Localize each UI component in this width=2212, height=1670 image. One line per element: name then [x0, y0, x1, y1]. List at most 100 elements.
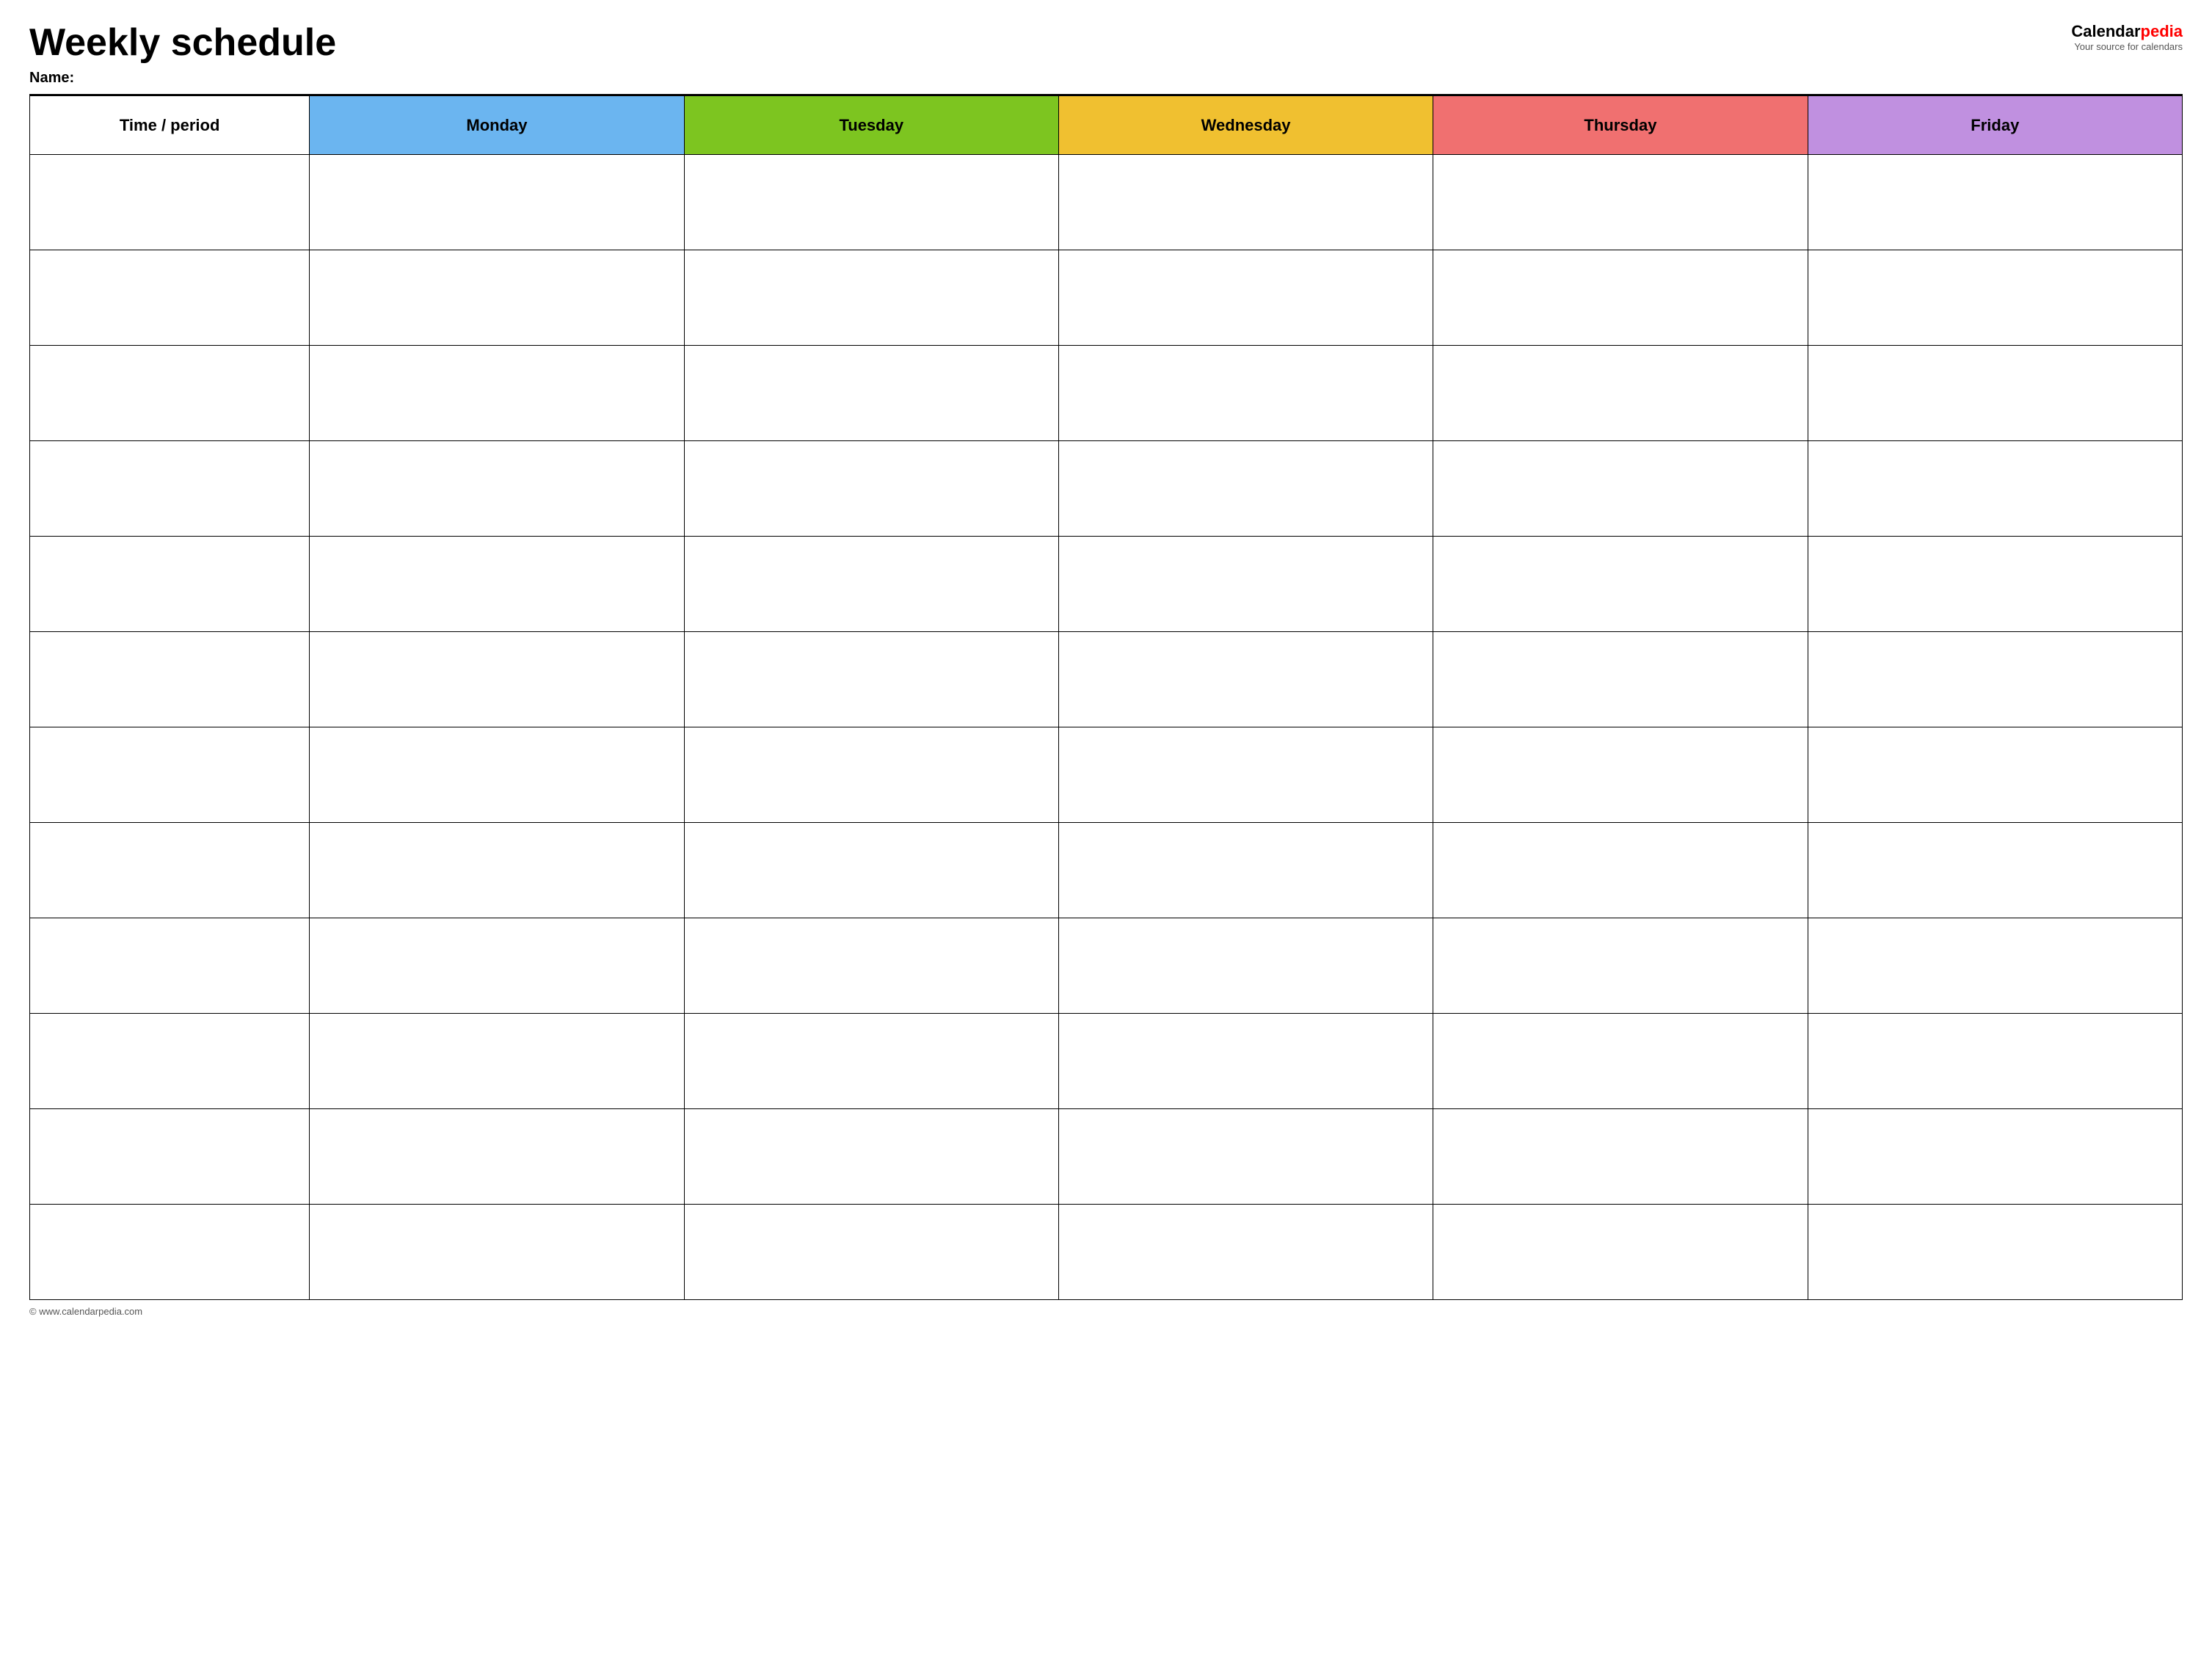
time-cell[interactable]: [30, 1014, 310, 1109]
table-row: [30, 1014, 2183, 1109]
schedule-cell[interactable]: [684, 1014, 1058, 1109]
schedule-cell[interactable]: [1058, 1205, 1433, 1300]
schedule-cell[interactable]: [1058, 632, 1433, 727]
schedule-cell[interactable]: [684, 632, 1058, 727]
logo: Calendarpedia: [2021, 22, 2183, 41]
col-header-friday: Friday: [1808, 96, 2182, 155]
schedule-cell[interactable]: [1433, 1109, 1808, 1205]
table-row: [30, 1109, 2183, 1205]
schedule-cell[interactable]: [1808, 250, 2182, 346]
schedule-cell[interactable]: [310, 1205, 684, 1300]
schedule-cell[interactable]: [1808, 918, 2182, 1014]
schedule-cell[interactable]: [310, 537, 684, 632]
page-title: Weekly schedule: [29, 22, 2021, 64]
table-row: [30, 346, 2183, 441]
schedule-cell[interactable]: [684, 155, 1058, 250]
table-row: [30, 632, 2183, 727]
schedule-cell[interactable]: [310, 918, 684, 1014]
schedule-cell[interactable]: [1433, 537, 1808, 632]
time-cell[interactable]: [30, 918, 310, 1014]
table-row: [30, 918, 2183, 1014]
schedule-cell[interactable]: [1808, 1109, 2182, 1205]
logo-pedia-text: pedia: [2141, 22, 2183, 40]
schedule-cell[interactable]: [684, 823, 1058, 918]
table-row: [30, 1205, 2183, 1300]
time-cell[interactable]: [30, 632, 310, 727]
schedule-cell[interactable]: [1058, 918, 1433, 1014]
schedule-cell[interactable]: [1058, 346, 1433, 441]
schedule-cell[interactable]: [1058, 1014, 1433, 1109]
schedule-cell[interactable]: [310, 346, 684, 441]
schedule-cell[interactable]: [684, 918, 1058, 1014]
schedule-cell[interactable]: [684, 346, 1058, 441]
time-cell[interactable]: [30, 823, 310, 918]
table-row: [30, 250, 2183, 346]
schedule-cell[interactable]: [310, 823, 684, 918]
table-row: [30, 155, 2183, 250]
title-area: Weekly schedule Name:: [29, 22, 2021, 87]
time-cell[interactable]: [30, 250, 310, 346]
col-header-wednesday: Wednesday: [1058, 96, 1433, 155]
col-header-time: Time / period: [30, 96, 310, 155]
schedule-cell[interactable]: [1433, 727, 1808, 823]
schedule-cell[interactable]: [310, 250, 684, 346]
schedule-cell[interactable]: [684, 250, 1058, 346]
schedule-cell[interactable]: [1808, 441, 2182, 537]
time-cell[interactable]: [30, 346, 310, 441]
schedule-cell[interactable]: [1433, 155, 1808, 250]
logo-area: Calendarpedia Your source for calendars: [2021, 22, 2183, 52]
schedule-cell[interactable]: [310, 441, 684, 537]
schedule-cell[interactable]: [310, 155, 684, 250]
schedule-cell[interactable]: [684, 537, 1058, 632]
schedule-cell[interactable]: [310, 727, 684, 823]
schedule-cell[interactable]: [684, 1109, 1058, 1205]
schedule-cell[interactable]: [1433, 1205, 1808, 1300]
schedule-cell[interactable]: [1058, 537, 1433, 632]
schedule-cell[interactable]: [1058, 155, 1433, 250]
col-header-thursday: Thursday: [1433, 96, 1808, 155]
logo-calendar-text: Calendar: [2071, 22, 2140, 40]
footer: © www.calendarpedia.com: [29, 1306, 2183, 1317]
table-row: [30, 823, 2183, 918]
table-row: [30, 441, 2183, 537]
schedule-cell[interactable]: [1808, 1014, 2182, 1109]
schedule-cell[interactable]: [684, 441, 1058, 537]
col-header-monday: Monday: [310, 96, 684, 155]
schedule-cell[interactable]: [1058, 441, 1433, 537]
schedule-cell[interactable]: [1433, 250, 1808, 346]
schedule-cell[interactable]: [1808, 823, 2182, 918]
schedule-cell[interactable]: [310, 632, 684, 727]
schedule-cell[interactable]: [1808, 727, 2182, 823]
schedule-cell[interactable]: [310, 1109, 684, 1205]
schedule-cell[interactable]: [1808, 155, 2182, 250]
schedule-table: Time / period Monday Tuesday Wednesday T…: [29, 95, 2183, 1300]
schedule-cell[interactable]: [1433, 632, 1808, 727]
time-cell[interactable]: [30, 727, 310, 823]
schedule-cell[interactable]: [1058, 250, 1433, 346]
logo-tagline: Your source for calendars: [2021, 41, 2183, 52]
schedule-cell[interactable]: [1058, 823, 1433, 918]
time-cell[interactable]: [30, 155, 310, 250]
schedule-cell[interactable]: [1058, 1109, 1433, 1205]
schedule-cell[interactable]: [1433, 441, 1808, 537]
schedule-cell[interactable]: [1808, 632, 2182, 727]
table-row: [30, 537, 2183, 632]
schedule-cell[interactable]: [1433, 346, 1808, 441]
schedule-cell[interactable]: [1808, 1205, 2182, 1300]
schedule-cell[interactable]: [1808, 537, 2182, 632]
time-cell[interactable]: [30, 537, 310, 632]
schedule-cell[interactable]: [1433, 918, 1808, 1014]
page-header: Weekly schedule Name: Calendarpedia Your…: [29, 22, 2183, 87]
schedule-cell[interactable]: [1808, 346, 2182, 441]
schedule-cell[interactable]: [310, 1014, 684, 1109]
schedule-cell[interactable]: [684, 727, 1058, 823]
schedule-cell[interactable]: [1433, 1014, 1808, 1109]
time-cell[interactable]: [30, 1205, 310, 1300]
schedule-cell[interactable]: [684, 1205, 1058, 1300]
schedule-cell[interactable]: [1433, 823, 1808, 918]
schedule-cell[interactable]: [1058, 727, 1433, 823]
col-header-tuesday: Tuesday: [684, 96, 1058, 155]
time-cell[interactable]: [30, 1109, 310, 1205]
time-cell[interactable]: [30, 441, 310, 537]
table-header-row: Time / period Monday Tuesday Wednesday T…: [30, 96, 2183, 155]
